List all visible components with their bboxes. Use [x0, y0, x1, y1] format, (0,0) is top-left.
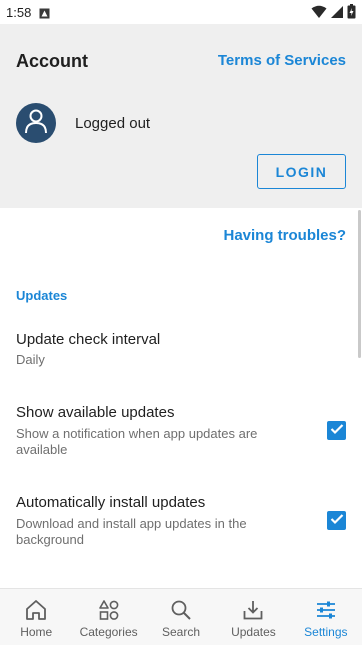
- pref-title: Update check interval: [16, 331, 161, 348]
- nav-item-categories[interactable]: Categories: [72, 589, 144, 645]
- terms-of-services-link[interactable]: Terms of Services: [218, 52, 346, 69]
- nav-label: Home: [20, 625, 53, 639]
- status-icons: [311, 4, 356, 22]
- pref-summary: Daily: [16, 352, 45, 367]
- checkmark-icon: [330, 422, 344, 440]
- nav-label: Categories: [79, 625, 138, 639]
- search-icon: [168, 597, 194, 623]
- pref-summary: Download and install app updates in the …: [16, 516, 247, 547]
- avatar: [16, 103, 56, 143]
- checkmark-icon: [330, 512, 344, 530]
- nav-item-updates[interactable]: Updates: [217, 589, 289, 645]
- user-icon: [24, 108, 48, 139]
- nav-label: Search: [162, 625, 201, 639]
- scrollbar[interactable]: [358, 210, 361, 358]
- download-icon: [240, 597, 266, 623]
- nav-item-home[interactable]: Home: [0, 589, 72, 645]
- account-title: Account: [16, 51, 88, 71]
- updates-section-header: Updates: [16, 288, 68, 303]
- having-troubles-link[interactable]: Having troubles?: [223, 227, 346, 244]
- login-button[interactable]: LOGIN: [257, 154, 346, 189]
- nav-item-settings[interactable]: Settings: [290, 589, 362, 645]
- nav-item-search[interactable]: Search: [145, 589, 217, 645]
- notification-icon: [39, 7, 50, 18]
- show-updates-checkbox[interactable]: [327, 421, 346, 440]
- auto-install-checkbox[interactable]: [327, 511, 346, 530]
- wifi-icon: [311, 5, 327, 22]
- battery-icon: [347, 4, 356, 22]
- pref-title: Show available updates: [16, 404, 175, 421]
- categories-icon: [96, 597, 122, 623]
- home-icon: [23, 597, 49, 623]
- pref-summary: Show a notification when app updates are…: [16, 426, 258, 457]
- nav-label: Settings: [304, 625, 348, 639]
- pref-title: Automatically install updates: [16, 494, 206, 511]
- settings-sliders-icon: [313, 597, 339, 623]
- status-time: 1:58: [6, 4, 32, 20]
- account-section: Account Terms of Services Logged out LOG…: [0, 24, 362, 208]
- settings-list[interactable]: Having troubles? Updates Update check in…: [0, 208, 362, 588]
- nav-label: Updates: [231, 625, 276, 639]
- login-status: Logged out: [75, 115, 151, 132]
- bottom-navigation: Home Categories Search Updates Settings: [0, 588, 362, 645]
- status-bar: 1:58: [0, 0, 362, 24]
- signal-icon: [330, 5, 344, 22]
